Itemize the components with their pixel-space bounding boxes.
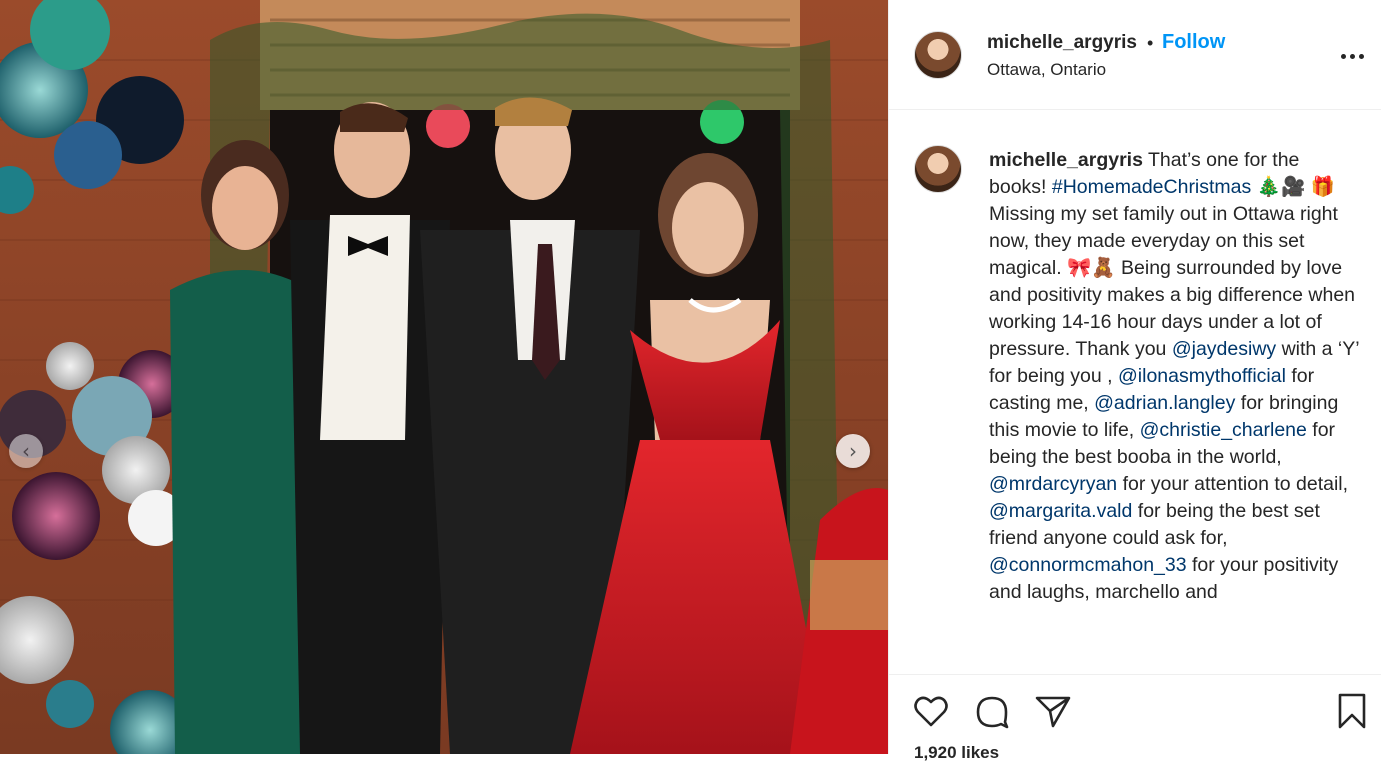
post-photo[interactable]: ‹ › bbox=[0, 0, 888, 754]
caption-body: That’s one for the books! #HomemadeChris… bbox=[989, 149, 1364, 603]
follow-button[interactable]: Follow bbox=[1162, 31, 1225, 54]
caption-text-segment: for your attention to detail, bbox=[1117, 473, 1354, 495]
action-bar: 1,920 likes bbox=[889, 674, 1381, 762]
post-side-panel: michelle_argyris • Follow Ottawa, Ontari… bbox=[888, 0, 1381, 762]
caption-text-segment: 🎄🎥 🎁 Missing my set family out in Ottawa… bbox=[989, 176, 1361, 360]
hashtag-link[interactable]: #HomemadeChristmas bbox=[1052, 176, 1251, 198]
mention-link[interactable]: @connormcmahon_33 bbox=[989, 554, 1187, 576]
mention-link[interactable]: @mrdarcyryan bbox=[989, 473, 1117, 495]
previous-photo-button[interactable]: ‹ bbox=[9, 434, 43, 468]
mention-link[interactable]: @margarita.vald bbox=[989, 500, 1132, 522]
like-count[interactable]: 1,920 likes bbox=[914, 743, 999, 763]
heart-icon[interactable] bbox=[911, 691, 951, 731]
header-username[interactable]: michelle_argyris bbox=[987, 32, 1137, 54]
chevron-right-icon: › bbox=[849, 439, 857, 463]
next-photo-button[interactable]: › bbox=[836, 434, 870, 468]
post-header: michelle_argyris • Follow Ottawa, Ontari… bbox=[889, 0, 1381, 110]
bookmark-icon[interactable] bbox=[1332, 691, 1372, 731]
caption-section: michelle_argyris That’s one for the book… bbox=[889, 110, 1381, 674]
chevron-left-icon: ‹ bbox=[22, 439, 30, 463]
photo-illustration bbox=[0, 0, 888, 754]
mention-link[interactable]: @jaydesiwy bbox=[1172, 338, 1276, 360]
comment-icon[interactable] bbox=[972, 691, 1012, 731]
mention-link[interactable]: @ilonasmythofficial bbox=[1118, 365, 1286, 387]
mention-link[interactable]: @christie_charlene bbox=[1140, 419, 1307, 441]
caption-avatar[interactable] bbox=[914, 145, 962, 193]
avatar[interactable] bbox=[914, 31, 962, 79]
location-link[interactable]: Ottawa, Ontario bbox=[987, 60, 1106, 80]
caption-text: michelle_argyris That’s one for the book… bbox=[989, 147, 1359, 606]
instagram-post: ‹ › michelle_argyris • Follow Ottawa, On… bbox=[0, 0, 1381, 762]
more-options-icon[interactable] bbox=[1341, 46, 1365, 66]
caption-username[interactable]: michelle_argyris bbox=[989, 149, 1143, 171]
paper-plane-icon[interactable] bbox=[1033, 691, 1073, 731]
separator-dot: • bbox=[1147, 33, 1154, 53]
mention-link[interactable]: @adrian.langley bbox=[1094, 392, 1235, 414]
